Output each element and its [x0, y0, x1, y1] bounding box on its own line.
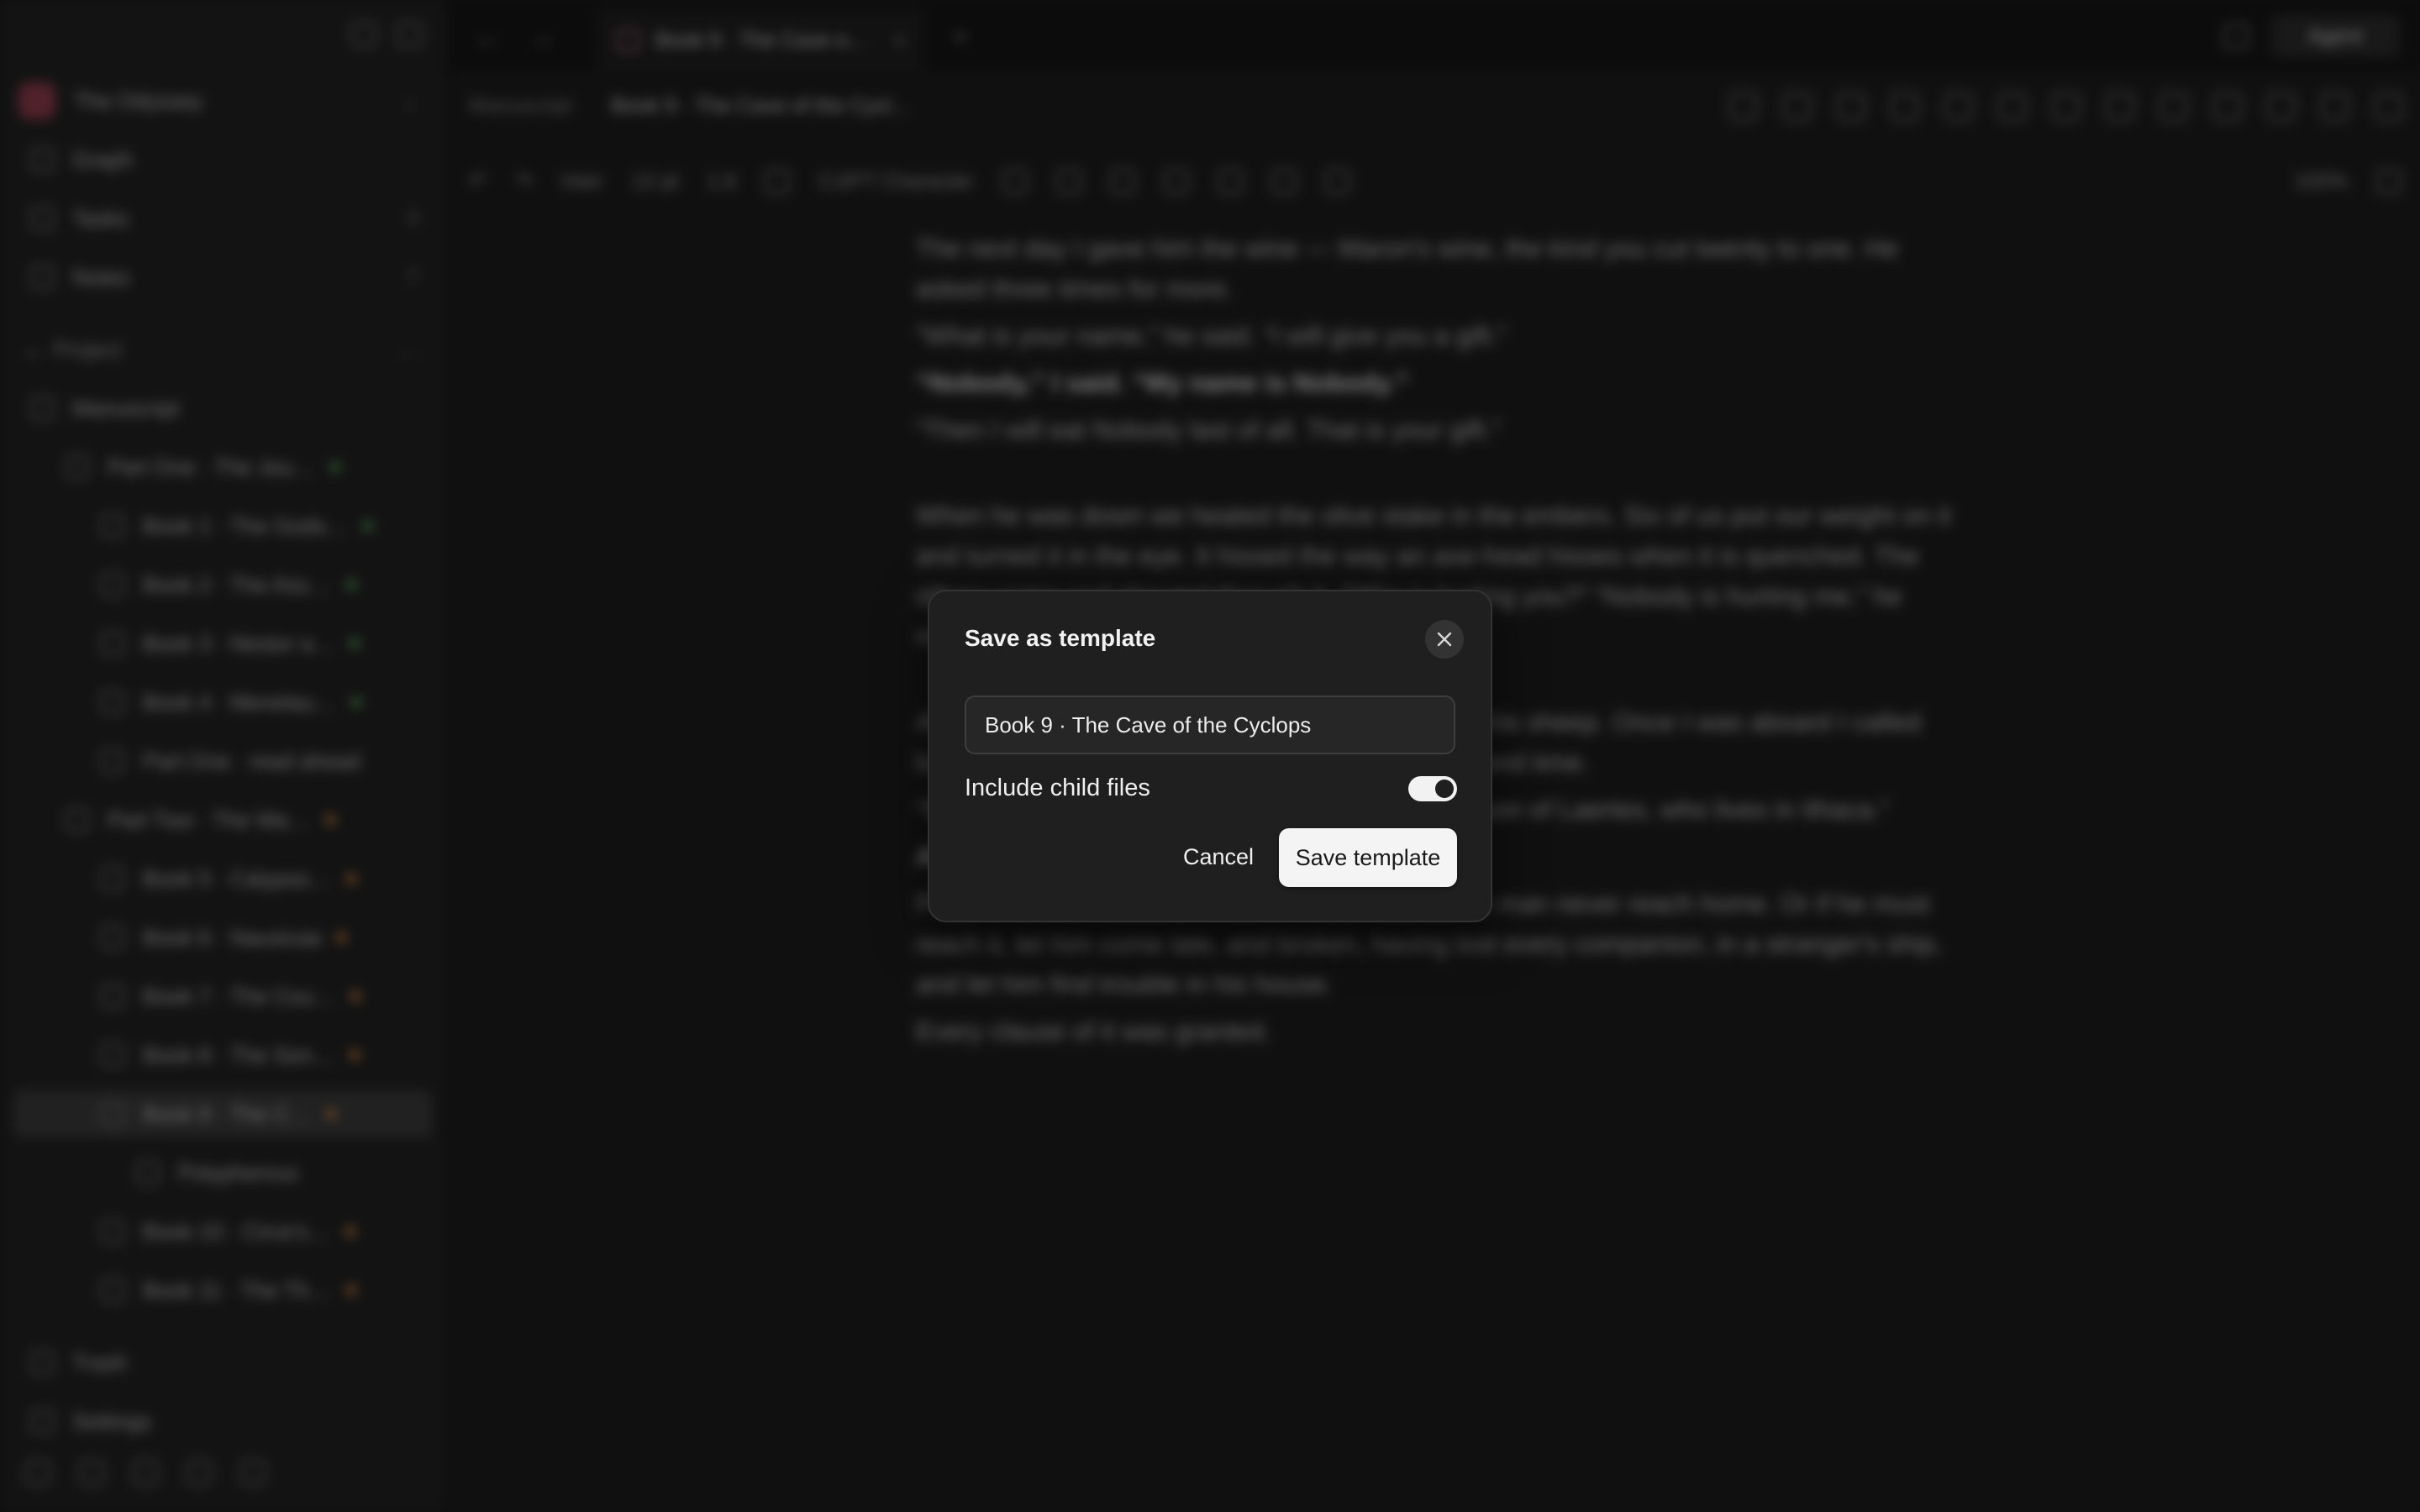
save-template-dialog: Save as template Include child files Can… — [928, 590, 1492, 922]
close-button[interactable] — [1425, 620, 1464, 659]
include-child-files-toggle[interactable] — [1408, 776, 1457, 801]
toggle-knob — [1435, 780, 1454, 798]
close-icon — [1437, 632, 1452, 647]
cancel-button[interactable]: Cancel — [1150, 828, 1287, 885]
include-child-files-label: Include child files — [965, 774, 1150, 801]
dialog-title: Save as template — [965, 625, 1156, 651]
save-template-button[interactable]: Save template — [1279, 828, 1457, 887]
template-name-input[interactable] — [965, 696, 1455, 754]
